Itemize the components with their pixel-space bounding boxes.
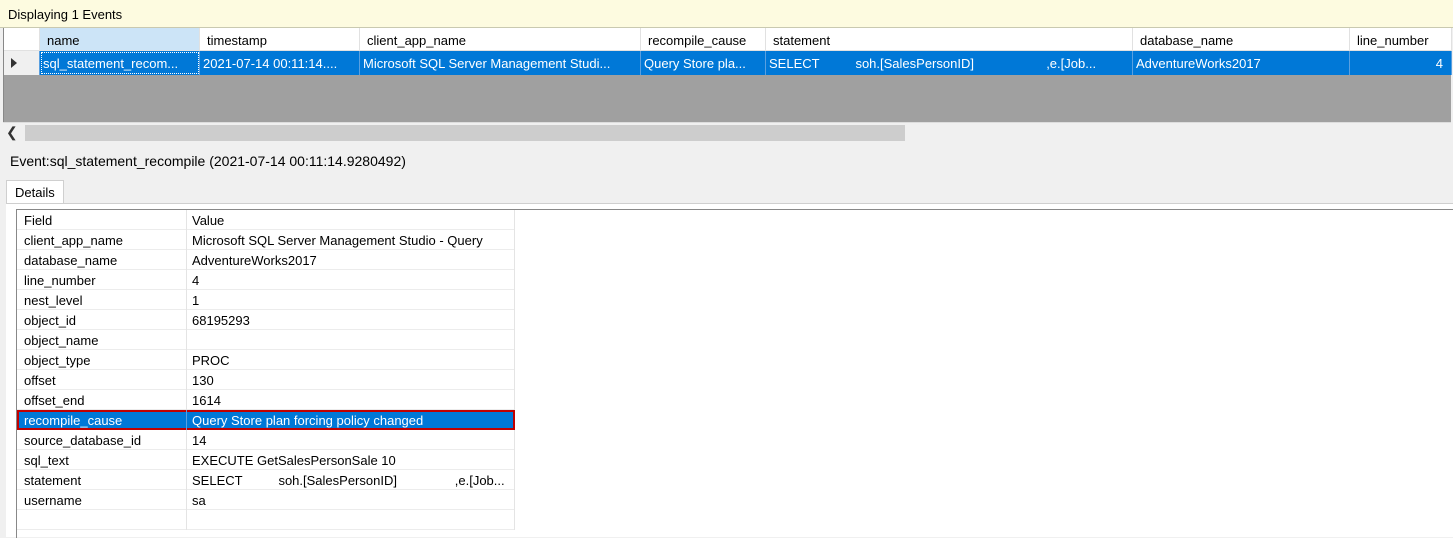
column-header-name[interactable]: name: [40, 28, 200, 51]
details-row[interactable]: client_app_name Microsoft SQL Server Mana…: [17, 230, 515, 250]
value-cell: 68195293: [187, 310, 515, 330]
column-header-client-app-name[interactable]: client_app_name: [360, 28, 641, 51]
details-row-empty: [17, 510, 515, 530]
field-cell: offset_end: [17, 390, 187, 410]
details-row[interactable]: nest_level 1: [17, 290, 515, 310]
value-cell: Query Store plan forcing policy changed: [192, 413, 424, 428]
tab-details[interactable]: Details: [6, 180, 64, 204]
field-cell: line_number: [17, 270, 187, 290]
field-cell-empty: [17, 510, 187, 530]
value-cell: 1: [187, 290, 515, 310]
value-header[interactable]: Value: [187, 210, 515, 230]
value-cell: 130: [187, 370, 515, 390]
value-cell: Microsoft SQL Server Management Studio -…: [187, 230, 515, 250]
details-row[interactable]: offset_end 1614: [17, 390, 515, 410]
value-cell: [187, 330, 515, 350]
details-row[interactable]: object_id 68195293: [17, 310, 515, 330]
cell-statement[interactable]: SELECT soh.[SalesPersonID] ,e.[Job...: [766, 51, 1133, 75]
cell-timestamp[interactable]: 2021-07-14 00:11:14....: [200, 51, 360, 75]
field-cell: object_type: [17, 350, 187, 370]
value-cell: 14: [187, 430, 515, 450]
value-cell: 1614: [187, 390, 515, 410]
field-cell: statement: [17, 470, 187, 490]
cell-recompile-cause[interactable]: Query Store pla...: [641, 51, 766, 75]
details-row[interactable]: database_name AdventureWorks2017: [17, 250, 515, 270]
column-header-timestamp[interactable]: timestamp: [200, 28, 360, 51]
row-arrow-icon: [11, 58, 17, 68]
details-row[interactable]: object_type PROC: [17, 350, 515, 370]
details-row[interactable]: username sa: [17, 490, 515, 510]
details-row-selected[interactable]: recompile_cause Query Store plan forcing …: [17, 410, 515, 430]
field-cell: nest_level: [17, 290, 187, 310]
cell-client-app-name[interactable]: Microsoft SQL Server Management Studi...: [360, 51, 641, 75]
value-cell: 4: [187, 270, 515, 290]
event-count-text: Displaying 1 Events: [8, 7, 123, 22]
column-header-database-name[interactable]: database_name: [1133, 28, 1350, 51]
field-header[interactable]: Field: [17, 210, 187, 230]
details-header: Field Value: [17, 210, 515, 230]
field-cell: database_name: [17, 250, 187, 270]
row-selector[interactable]: [4, 51, 40, 75]
field-cell: offset: [17, 370, 187, 390]
field-cell: sql_text: [17, 450, 187, 470]
event-title: Event:sql_statement_recompile (2021-07-1…: [10, 153, 406, 169]
horizontal-scrollbar[interactable]: ❮: [3, 122, 1451, 142]
value-cell: PROC: [187, 350, 515, 370]
field-cell: recompile_cause: [17, 410, 187, 430]
field-cell: username: [17, 490, 187, 510]
column-header-recompile-cause[interactable]: recompile_cause: [641, 28, 766, 51]
scrollbar-thumb[interactable]: [25, 125, 905, 141]
value-cell: AdventureWorks2017: [187, 250, 515, 270]
details-row[interactable]: line_number 4: [17, 270, 515, 290]
status-bar: Displaying 1 Events: [0, 0, 1453, 28]
field-cell: object_name: [17, 330, 187, 350]
details-row[interactable]: statement SELECT soh.[SalesPersonID] ,e.[…: [17, 470, 515, 490]
details-panel: Field Value client_app_name Microsoft SQL…: [6, 203, 1453, 538]
cell-line-number[interactable]: 4: [1350, 51, 1452, 75]
column-header-statement[interactable]: statement: [766, 28, 1133, 51]
event-row[interactable]: sql_statement_recom... 2021-07-14 00:11:…: [4, 51, 1452, 75]
value-cell: SELECT soh.[SalesPersonID] ,e.[Job...: [187, 470, 515, 490]
details-row[interactable]: source_database_id 14: [17, 430, 515, 450]
events-grid[interactable]: name timestamp client_app_name recompile…: [3, 28, 1452, 122]
details-grid[interactable]: Field Value client_app_name Microsoft SQL…: [16, 209, 1453, 538]
value-cell: sa: [187, 490, 515, 510]
cell-name[interactable]: sql_statement_recom...: [40, 51, 200, 75]
field-cell: source_database_id: [17, 430, 187, 450]
column-header-line-number[interactable]: line_number: [1350, 28, 1452, 51]
scroll-left-icon[interactable]: ❮: [6, 124, 18, 141]
details-row[interactable]: sql_text EXECUTE GetSalesPersonSale 10: [17, 450, 515, 470]
row-selector-header: [4, 28, 40, 51]
value-cell-empty: [187, 510, 515, 530]
field-cell: object_id: [17, 310, 187, 330]
details-row[interactable]: object_name: [17, 330, 515, 350]
cell-database-name[interactable]: AdventureWorks2017: [1133, 51, 1350, 75]
details-row[interactable]: offset 130: [17, 370, 515, 390]
field-cell: client_app_name: [17, 230, 187, 250]
value-cell: EXECUTE GetSalesPersonSale 10: [187, 450, 515, 470]
grid-header: name timestamp client_app_name recompile…: [4, 28, 1452, 51]
